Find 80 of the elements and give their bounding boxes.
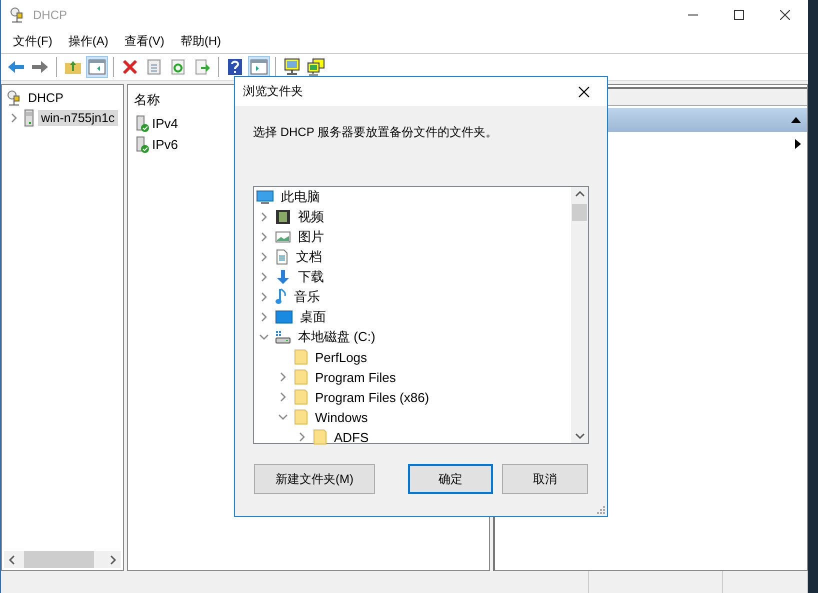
toolbar-button[interactable] [305,56,327,78]
chevron-down-icon[interactable] [278,412,288,422]
folder-up-icon [64,59,82,75]
download-arrow-icon [275,269,291,285]
forward-arrow-icon [31,60,49,74]
window-title: DHCP [33,8,68,22]
list-item[interactable]: IPv6 [152,137,178,152]
picture-icon [275,230,291,244]
scroll-up-icon[interactable] [574,190,584,198]
menu-item[interactable]: 文件(F) [5,33,60,50]
chevron-down-icon[interactable] [259,332,269,342]
chevron-right-icon[interactable] [297,432,307,442]
folder-icon [313,429,327,445]
maximize-icon[interactable] [734,10,744,20]
folder-icon [294,369,308,385]
collapse-arrow-icon [791,117,801,123]
scroll-thumb[interactable] [572,204,587,221]
scroll-right-icon[interactable] [109,554,117,564]
vertical-scrollbar[interactable] [571,187,588,443]
folder-item[interactable]: Program Files [313,368,398,386]
scroll-down-icon[interactable] [574,432,584,440]
folder-item[interactable]: 音乐 [292,287,322,307]
folder-tree[interactable]: 此电脑 视频 图片 文档 下载 音乐 桌面 本地磁盘 (C:) PerfLogs Program Files Program Files (x86) Windows ADFS [253,186,589,444]
folder-item[interactable]: 桌面 [298,307,328,327]
dialog-button[interactable]: 新建文件夹(M) [254,464,375,494]
panel-icon [88,59,106,75]
menu-item[interactable]: 查看(V) [116,33,172,50]
minimize-icon[interactable] [688,14,698,16]
expand-arrow-icon[interactable] [795,139,801,149]
folder-icon [294,409,308,425]
export-icon [194,59,210,75]
monitor-icon [283,58,301,76]
folder-item[interactable]: 文档 [294,247,324,267]
computer-icon [256,190,274,204]
music-note-icon [275,288,287,306]
toolbar-button[interactable] [248,56,270,78]
list-item[interactable]: IPv4 [152,116,178,131]
delete-icon [122,59,138,75]
chevron-right-icon[interactable] [9,113,19,123]
folder-icon [294,389,308,405]
monitors-icon [307,58,325,76]
server-check-icon [136,114,150,132]
scroll-left-icon[interactable] [8,554,16,564]
resize-grip-icon[interactable] [597,506,605,514]
folder-item[interactable]: 本地磁盘 (C:) [296,327,378,347]
dialog-description: 选择 DHCP 服务器要放置备份文件的文件夹。 [253,124,498,141]
server-check-icon [136,136,150,154]
menu-item[interactable]: 帮助(H) [172,33,229,50]
folder-item[interactable]: ADFS [332,428,371,446]
close-icon[interactable] [578,86,590,98]
folder-item[interactable]: Program Files (x86) [313,388,432,406]
toolbar-button[interactable] [86,56,108,78]
refresh-icon [170,59,186,75]
drive-icon [275,330,291,344]
folder-item[interactable]: 视频 [296,207,326,227]
folder-item[interactable]: 此电脑 [279,187,322,207]
help-icon [227,58,243,76]
menu-item[interactable]: 操作(A) [60,33,116,50]
folder-item[interactable]: PerfLogs [313,348,370,366]
folder-item[interactable]: 下载 [296,267,326,287]
dialog-button[interactable]: 取消 [502,464,588,494]
folder-item[interactable]: 图片 [296,227,326,247]
close-icon[interactable] [780,10,790,20]
panel-icon [250,59,268,75]
scroll-thumb[interactable] [24,551,94,568]
horizontal-scrollbar[interactable] [4,551,121,568]
folder-icon [294,349,308,365]
dhcp-icon [9,7,25,23]
properties-icon [146,59,162,75]
server-icon [23,109,35,127]
film-icon [275,209,291,225]
back-arrow-icon [7,60,25,74]
dialog-title: 浏览文件夹 [243,83,303,100]
folder-item[interactable]: Windows [313,408,370,426]
document-icon [275,249,289,265]
dhcp-icon [6,90,22,106]
desktop-icon [275,310,293,324]
tree-item[interactable]: win-n755jn1c [38,110,118,126]
tree-item[interactable]: DHCP [25,90,66,106]
dialog-button[interactable]: 确定 [408,464,493,494]
